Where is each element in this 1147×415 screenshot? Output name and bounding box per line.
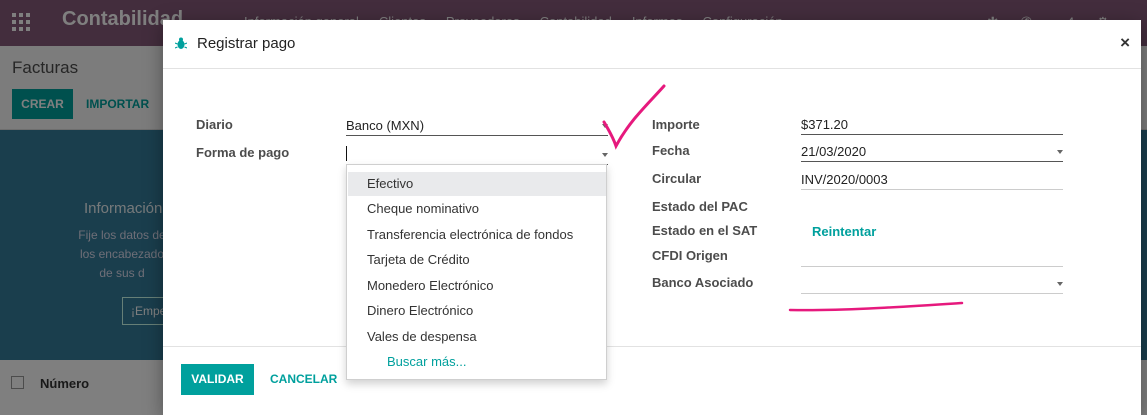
diario-label: Diario xyxy=(196,117,233,132)
dropdown-option[interactable]: Efectivo xyxy=(348,172,606,196)
banco-asociado-select[interactable] xyxy=(801,273,1063,294)
text-cursor xyxy=(346,146,347,161)
chevron-down-icon xyxy=(1057,150,1063,154)
circular-input[interactable]: INV/2020/0003 xyxy=(801,169,1063,190)
cfdi-origen-label: CFDI Origen xyxy=(652,248,728,263)
estado-sat-label: Estado en el SAT xyxy=(652,223,758,238)
cancelar-button[interactable]: CANCELAR xyxy=(270,372,337,386)
chevron-down-icon xyxy=(1057,282,1063,286)
fecha-input[interactable]: 21/03/2020 xyxy=(801,141,1063,162)
circular-label: Circular xyxy=(652,171,702,186)
forma-de-pago-label: Forma de pago xyxy=(196,145,290,160)
dropdown-option[interactable]: Cheque nominativo xyxy=(348,197,606,221)
reintentar-button[interactable]: Reintentar xyxy=(812,224,876,239)
close-icon[interactable]: × xyxy=(1120,33,1130,53)
estado-pac-label: Estado del PAC xyxy=(652,199,748,214)
fecha-label: Fecha xyxy=(652,143,690,158)
dropdown-option[interactable]: Vales de despensa xyxy=(348,325,606,349)
dropdown-option[interactable]: Dinero Electrónico xyxy=(348,299,606,323)
circular-value: INV/2020/0003 xyxy=(801,172,888,187)
dialog-footer: VALIDAR CANCELAR xyxy=(163,346,1141,415)
forma-de-pago-input[interactable] xyxy=(346,144,608,165)
importe-label: Importe xyxy=(652,117,700,132)
importe-input[interactable]: $371.20 xyxy=(801,114,1063,135)
payment-method-dropdown: Efectivo Cheque nominativo Transferencia… xyxy=(346,164,607,380)
banco-asociado-label: Banco Asociado xyxy=(652,275,754,290)
register-payment-dialog: Registrar pago × Diario Banco (MXN) Form… xyxy=(163,20,1141,415)
fecha-value: 21/03/2020 xyxy=(801,144,867,159)
dropdown-option[interactable]: Transferencia electrónica de fondos xyxy=(348,223,606,247)
cfdi-origen-input[interactable] xyxy=(801,246,1063,267)
bug-icon xyxy=(175,37,187,49)
diario-select[interactable]: Banco (MXN) xyxy=(346,115,608,136)
chevron-down-icon xyxy=(602,153,608,157)
dialog-title: Registrar pago xyxy=(197,35,296,52)
chevron-down-icon xyxy=(602,124,608,128)
search-more-link[interactable]: Buscar más... xyxy=(387,354,466,369)
importe-value: $371.20 xyxy=(801,117,848,132)
dropdown-option[interactable]: Monedero Electrónico xyxy=(348,274,606,298)
validar-button[interactable]: VALIDAR xyxy=(181,364,254,395)
dropdown-option[interactable]: Tarjeta de Crédito xyxy=(348,248,606,272)
diario-value: Banco (MXN) xyxy=(346,118,425,133)
dialog-header: Registrar pago × xyxy=(163,20,1141,69)
